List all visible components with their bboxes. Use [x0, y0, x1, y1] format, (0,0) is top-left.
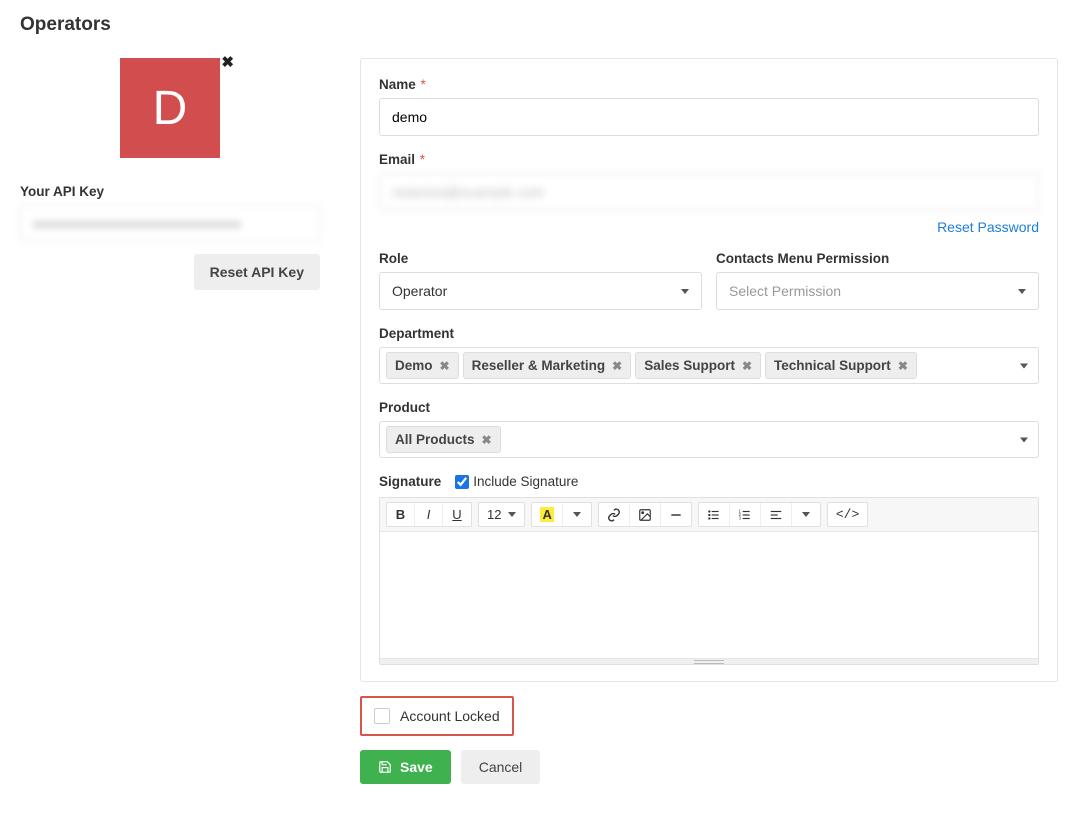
account-locked-label: Account Locked [400, 708, 500, 724]
chevron-down-icon [508, 512, 516, 517]
signature-textarea[interactable] [380, 532, 1038, 658]
chevron-down-icon [1020, 437, 1028, 442]
link-button[interactable] [599, 503, 630, 526]
remove-tag-icon[interactable]: ✖ [482, 433, 492, 447]
editor-resize-handle[interactable] [380, 658, 1038, 664]
reset-password-link[interactable]: Reset Password [937, 219, 1039, 235]
ol-button[interactable]: 123 [730, 503, 761, 526]
email-label: Email * [379, 152, 1039, 167]
email-field[interactable] [379, 173, 1039, 211]
remove-tag-icon[interactable]: ✖ [612, 359, 622, 373]
remove-tag-icon[interactable]: ✖ [742, 359, 752, 373]
sidebar: D ✖ Your API Key Reset API Key [20, 58, 320, 784]
ul-button[interactable] [699, 503, 730, 526]
api-key-field[interactable] [20, 205, 320, 242]
name-field[interactable] [379, 98, 1039, 136]
department-tag: Technical Support✖ [765, 352, 917, 379]
account-locked-toggle[interactable]: Account Locked [360, 696, 514, 736]
svg-text:3: 3 [738, 515, 741, 520]
bold-button[interactable]: B [387, 503, 415, 526]
image-button[interactable] [630, 503, 661, 526]
department-tag: Reseller & Marketing✖ [463, 352, 632, 379]
font-color-dropdown[interactable] [563, 503, 591, 526]
name-label: Name * [379, 77, 1039, 92]
italic-button[interactable]: I [415, 503, 443, 526]
editor-toolbar: B I U 12 A [380, 498, 1038, 532]
contacts-permission-select[interactable]: Select Permission [716, 272, 1039, 310]
chevron-down-icon [1018, 289, 1026, 294]
product-label: Product [379, 400, 1039, 415]
include-signature-toggle[interactable]: Include Signature [455, 474, 578, 489]
save-button[interactable]: Save [360, 750, 451, 784]
underline-button[interactable]: U [443, 503, 471, 526]
role-select[interactable]: Operator [379, 272, 702, 310]
cancel-button[interactable]: Cancel [461, 750, 541, 784]
department-tag: Demo✖ [386, 352, 459, 379]
product-select[interactable]: All Products✖ [379, 421, 1039, 458]
remove-tag-icon[interactable]: ✖ [898, 359, 908, 373]
chevron-down-icon [573, 512, 581, 517]
align-button[interactable] [761, 503, 792, 526]
contacts-permission-label: Contacts Menu Permission [716, 251, 1039, 266]
product-tag: All Products✖ [386, 426, 501, 453]
font-size-select[interactable]: 12 [479, 503, 524, 526]
remove-tag-icon[interactable]: ✖ [440, 359, 450, 373]
page-title: Operators [20, 14, 1058, 36]
code-view-button[interactable]: </> [828, 503, 867, 526]
signature-editor: B I U 12 A [379, 497, 1039, 665]
align-dropdown[interactable] [792, 503, 820, 526]
reset-api-key-button[interactable]: Reset API Key [194, 254, 320, 290]
hr-button[interactable] [661, 503, 691, 526]
save-icon [378, 760, 392, 774]
department-select[interactable]: Demo✖ Reseller & Marketing✖ Sales Suppor… [379, 347, 1039, 384]
department-tag: Sales Support✖ [635, 352, 761, 379]
chevron-down-icon [1020, 363, 1028, 368]
department-label: Department [379, 326, 1039, 341]
operator-form-panel: Name * Email * Reset Password Role Opera… [360, 58, 1058, 682]
role-selected-value: Operator [392, 283, 447, 299]
chevron-down-icon [802, 512, 810, 517]
role-label: Role [379, 251, 702, 266]
signature-label: Signature [379, 474, 441, 489]
contacts-permission-placeholder: Select Permission [729, 283, 841, 299]
include-signature-checkbox[interactable] [455, 475, 469, 489]
font-color-button[interactable]: A [532, 503, 562, 526]
remove-avatar-icon[interactable]: ✖ [221, 53, 234, 71]
chevron-down-icon [681, 289, 689, 294]
account-locked-checkbox[interactable] [374, 708, 390, 724]
api-key-label: Your API Key [20, 184, 320, 199]
avatar[interactable]: D [120, 58, 220, 158]
